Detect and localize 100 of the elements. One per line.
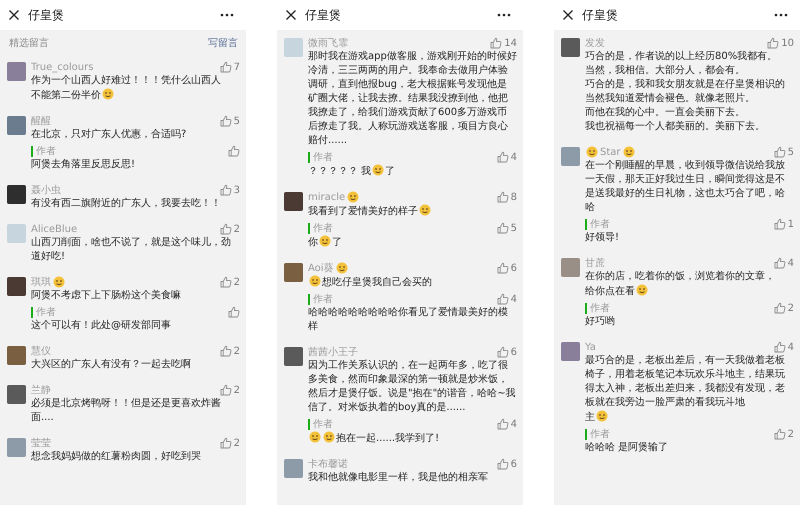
thumbs-up-icon[interactable] <box>220 276 232 288</box>
emoji-icon <box>347 191 360 203</box>
thumbs-up-icon[interactable] <box>496 458 509 470</box>
reply-text: 了 <box>385 166 396 177</box>
more-icon[interactable] <box>774 13 788 17</box>
like-count: 2 <box>234 224 240 234</box>
thumbs-up-icon[interactable] <box>774 428 786 440</box>
thumbs-up-icon[interactable] <box>774 257 786 269</box>
write-comment-link[interactable]: 写留言 <box>208 36 238 50</box>
avatar <box>7 62 26 81</box>
user-name: AliceBlue <box>31 224 78 234</box>
thumbs-up-icon[interactable] <box>220 184 232 196</box>
user-name: miracle <box>308 192 346 202</box>
user-name: Ya <box>585 342 596 352</box>
comment-text: 阿煲不考虑下上下肠粉这个美食嘛 <box>31 290 181 301</box>
avatar <box>7 438 26 457</box>
comment-text: 山西刀削面，啥也不说了，就是这个味儿，劲道好吃! <box>31 237 231 262</box>
comment-text: 巧合的是，作者说的以上经历80%我都有。 <box>585 51 778 62</box>
avatar <box>7 224 26 243</box>
avatar <box>7 346 26 365</box>
user-name: Star <box>600 146 621 158</box>
avatar <box>561 258 580 277</box>
like-count: 4 <box>510 294 517 304</box>
avatar <box>7 185 26 204</box>
thumbs-up-icon[interactable] <box>496 262 509 274</box>
user-name: 醒醒 <box>31 115 51 128</box>
avatar <box>7 385 26 404</box>
user-name: True_colours <box>31 62 94 72</box>
thumbs-up-icon[interactable] <box>496 151 509 163</box>
user-name: 甘蔗 <box>585 256 605 270</box>
like-count: 4 <box>510 152 517 162</box>
user-name: 琪琪 <box>31 276 51 289</box>
like-count: 5 <box>788 146 794 158</box>
reply-text: 哈哈哈哈哈哈哈哈哈你看见了爱情最美好的模样 <box>308 307 508 332</box>
author-label: 作者 <box>585 302 610 314</box>
thumbs-up-icon[interactable] <box>220 345 232 357</box>
thumbs-up-icon[interactable] <box>220 115 232 127</box>
comment-text: 而他在我的心中。一直会美丽下去。 <box>585 107 745 118</box>
thumbs-up-icon[interactable] <box>490 37 502 49</box>
user-name: 卡布馨诺 <box>308 458 348 471</box>
comment-text: 想念我妈妈做的红薯粉肉圆，好吃到哭 <box>31 451 201 462</box>
like-count: 4 <box>788 258 794 268</box>
avatar <box>7 116 26 135</box>
like-count: 4 <box>510 418 517 430</box>
emoji-icon <box>596 410 608 422</box>
close-icon[interactable] <box>562 9 574 21</box>
more-icon[interactable] <box>497 13 511 17</box>
thumbs-up-icon[interactable] <box>220 223 232 235</box>
comment-text: 我看到了爱情美好的样子 <box>308 206 418 217</box>
emoji-icon <box>323 431 335 443</box>
user-name: Aoi葵 <box>308 262 334 275</box>
comment-text: 大兴区的广东人有没有？一起去吃啊 <box>31 359 191 370</box>
thumbs-up-icon[interactable] <box>496 191 509 203</box>
thumbs-up-icon[interactable] <box>496 293 509 305</box>
thumbs-up-icon[interactable] <box>774 341 786 353</box>
user-name: 莹莹 <box>31 436 51 450</box>
like-count: 2 <box>234 438 240 448</box>
avatar <box>284 263 303 282</box>
author-label: 作者 <box>308 418 333 430</box>
reply-text: ？？？？？ 我 <box>308 166 372 177</box>
like-count: 5 <box>234 116 240 126</box>
close-icon[interactable] <box>8 9 20 21</box>
author-label: 作者 <box>308 152 333 162</box>
thumbs-up-icon[interactable] <box>774 302 786 314</box>
user-name: 聂小虫 <box>31 184 61 197</box>
thumbs-up-icon[interactable] <box>220 384 232 396</box>
thumbs-up-icon[interactable] <box>220 61 232 73</box>
comment-text: 不能第二份半价 <box>31 90 101 101</box>
avatar <box>284 459 303 478</box>
section-heading: 精选留言 <box>9 36 49 50</box>
close-icon[interactable] <box>285 9 297 21</box>
thumbs-up-icon[interactable] <box>774 218 786 230</box>
thumbs-up-icon[interactable] <box>496 222 509 234</box>
comment-text: 想吃仔皇煲我自己会买的 <box>322 277 432 288</box>
reply-text: 哈哈哈 是阿煲输了 <box>585 442 668 453</box>
thumbs-up-icon[interactable] <box>496 346 509 358</box>
reply-text: 了 <box>332 237 342 248</box>
thumbs-up-icon[interactable] <box>228 306 240 318</box>
comment-text: 我也祝福每一个人都美丽的。美丽下去。 <box>585 121 765 132</box>
like-count: 14 <box>504 38 517 48</box>
thumbs-up-icon[interactable] <box>228 145 240 157</box>
thumbs-up-icon[interactable] <box>767 37 780 49</box>
like-count: 6 <box>510 262 517 274</box>
avatar <box>561 147 580 166</box>
like-count: 8 <box>510 192 517 202</box>
more-icon[interactable] <box>220 13 234 17</box>
avatar <box>561 38 580 57</box>
avatar <box>561 342 580 361</box>
emoji-icon <box>309 431 321 443</box>
thumbs-up-icon[interactable] <box>774 146 786 158</box>
reply-text: 你 <box>308 237 318 248</box>
like-count: 6 <box>510 346 517 358</box>
comment-text: 给你点在看 <box>585 286 635 297</box>
comment-text: 巧合的是，我和我女朋友就是在仔皇煲相识的 <box>585 79 785 90</box>
user-name: 微雨飞霏 <box>308 37 348 50</box>
user-name: 慧仪 <box>31 344 51 358</box>
thumbs-up-icon[interactable] <box>496 418 509 430</box>
like-count: 10 <box>781 38 794 48</box>
user-name: 发发 <box>585 37 605 50</box>
thumbs-up-icon[interactable] <box>220 437 232 449</box>
